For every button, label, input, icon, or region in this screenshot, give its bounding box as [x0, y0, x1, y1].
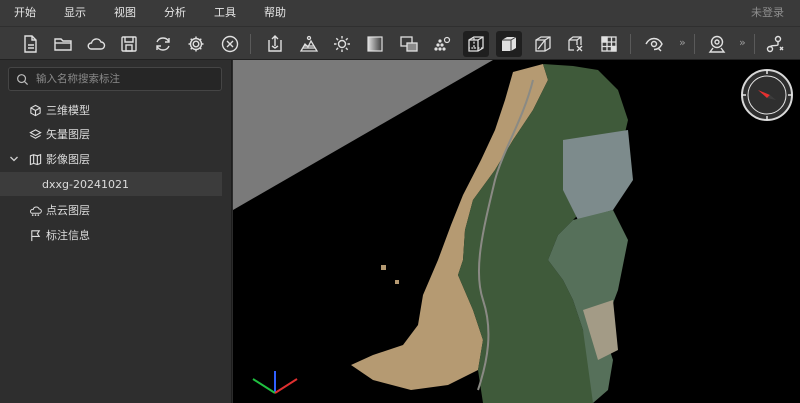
terrain-icon: [299, 35, 319, 52]
refresh-icon: [156, 37, 170, 51]
clip-cube-icon: [535, 36, 551, 52]
save-button[interactable]: [116, 31, 142, 57]
layers-icon: [28, 127, 42, 141]
terrain-fragment: [395, 280, 399, 284]
cube-icon: [28, 103, 42, 117]
menu-tools[interactable]: 工具: [200, 0, 250, 26]
location-pin-icon: [708, 35, 726, 53]
wireframe-cube-icon: [468, 35, 484, 52]
open-folder-button[interactable]: [50, 31, 76, 57]
tree-item-3d-model[interactable]: 三维模型: [0, 98, 222, 122]
tree-item-dxxg-20241021[interactable]: dxxg-20241021: [0, 172, 222, 196]
menu-view[interactable]: 视图: [100, 0, 150, 26]
more-tools-button[interactable]: »: [739, 36, 746, 49]
search-box[interactable]: [8, 67, 222, 91]
terrain-button[interactable]: [296, 31, 322, 57]
sun-icon: [334, 36, 350, 52]
tree-item-vector-layer[interactable]: 矢量图层: [0, 122, 222, 146]
more-tools-button[interactable]: »: [679, 36, 686, 49]
eye-icon: [645, 37, 663, 52]
point-cloud-icon: [434, 36, 451, 51]
3d-viewport[interactable]: [233, 60, 800, 403]
settings-button[interactable]: [183, 31, 209, 57]
tree-item-annotations[interactable]: 标注信息: [0, 223, 222, 247]
settings-icon: [188, 36, 204, 52]
delete-cube-icon: [568, 36, 583, 52]
refresh-button[interactable]: [150, 31, 176, 57]
layer-compare-button[interactable]: [396, 31, 422, 57]
tree-item-label: 矢量图层: [46, 128, 90, 141]
search-icon: [17, 73, 29, 85]
layer-compare-icon: [400, 36, 418, 52]
chevron-down-icon[interactable]: [9, 154, 19, 164]
remove-box-button[interactable]: [563, 31, 589, 57]
menu-start[interactable]: 开始: [0, 0, 50, 26]
open-folder-icon: [54, 38, 72, 51]
toolbar-separator: [754, 34, 755, 54]
menu-display[interactable]: 显示: [50, 0, 100, 26]
menu-analysis[interactable]: 分析: [150, 0, 200, 26]
login-status[interactable]: 未登录: [751, 0, 784, 26]
tree-item-label: dxxg-20241021: [42, 177, 129, 191]
menu-help[interactable]: 帮助: [250, 0, 300, 26]
location-button[interactable]: [704, 31, 730, 57]
new-file-button[interactable]: [17, 31, 43, 57]
toolbar-separator: [694, 34, 695, 54]
import-button[interactable]: [262, 31, 288, 57]
lighting-button[interactable]: [329, 31, 355, 57]
cloud-icon: [87, 38, 106, 50]
search-input[interactable]: [29, 73, 221, 85]
point-cloud-button[interactable]: [429, 31, 455, 57]
route-icon: [766, 35, 784, 53]
close-button[interactable]: [217, 31, 243, 57]
tree-item-label: 影像图层: [46, 153, 90, 166]
tree-item-imagery-layer[interactable]: 影像图层: [0, 147, 222, 171]
compass-icon[interactable]: [740, 68, 794, 122]
cloud-button[interactable]: [83, 31, 109, 57]
axes-gizmo-icon: [252, 371, 298, 394]
layer-panel: 三维模型 矢量图层 影像图层 dxxg-20241021 点云图层 标注信息: [0, 60, 232, 403]
cloud-points-icon: [28, 203, 42, 217]
new-file-icon: [24, 35, 37, 53]
toolbar-separator: [250, 34, 251, 54]
tree-item-label: 点云图层: [46, 204, 90, 217]
solid-view-button[interactable]: [496, 31, 522, 57]
route-button[interactable]: [762, 31, 788, 57]
flag-icon: [28, 228, 42, 242]
save-icon: [121, 36, 137, 52]
tree-item-point-cloud-layer[interactable]: 点云图层: [0, 198, 222, 222]
transparency-button[interactable]: [362, 31, 388, 57]
toolbar: » »: [0, 26, 800, 60]
tree-item-label: 标注信息: [46, 229, 90, 242]
visibility-button[interactable]: [641, 31, 667, 57]
grid-button[interactable]: [596, 31, 622, 57]
map-icon: [28, 152, 42, 166]
grid-icon: [601, 36, 617, 52]
menu-bar: 开始 显示 视图 分析 工具 帮助 未登录: [0, 0, 800, 26]
clip-box-button[interactable]: [530, 31, 556, 57]
scene-canvas: [233, 60, 800, 403]
solid-cube-icon: [502, 36, 517, 51]
gradient-icon: [367, 36, 383, 52]
tree-item-label: 三维模型: [46, 104, 90, 117]
toolbar-separator: [630, 34, 631, 54]
import-icon: [268, 35, 282, 52]
terrain-fragment: [381, 265, 386, 270]
close-circle-icon: [221, 35, 239, 53]
wireframe-view-button[interactable]: [463, 31, 489, 57]
